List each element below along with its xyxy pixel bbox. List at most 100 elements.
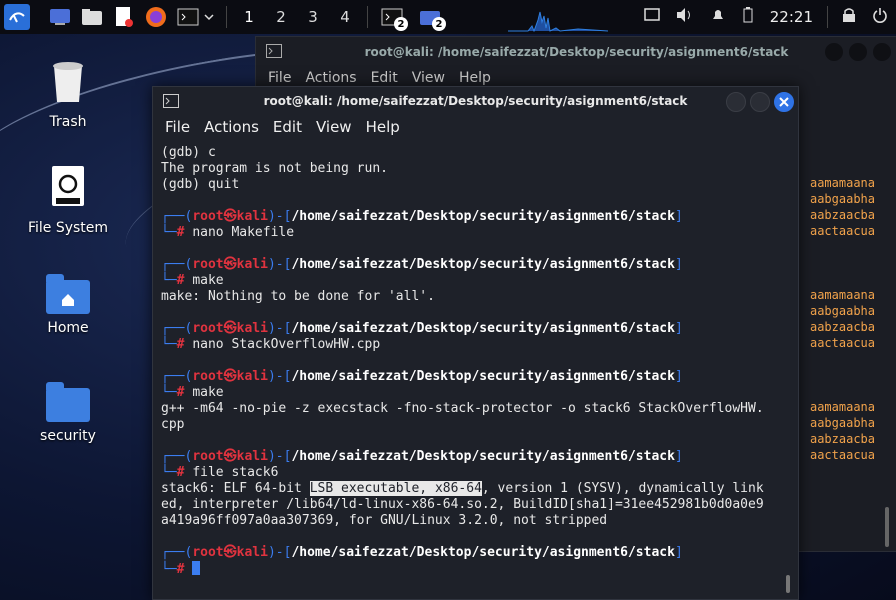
prompt-line: ┌──(root㉿kali)-[/home/saifezzat/Desktop/… (161, 545, 683, 560)
orange-output-block: aamamaana aabgaabha aabzaacba aactaacua (810, 287, 875, 351)
command-text: make (192, 273, 224, 288)
prompt-symbol: ㉿ (223, 209, 237, 224)
menu-bar: File Actions Edit View Help (153, 115, 798, 139)
workspace-4[interactable]: 4 (329, 8, 361, 26)
desktop-icon-file-system[interactable]: File System (13, 164, 123, 236)
workspace-3[interactable]: 3 (297, 8, 329, 26)
text-editor-icon[interactable] (112, 5, 136, 29)
terminal-icon[interactable] (176, 5, 200, 29)
terminal-count-badge: 2 (394, 17, 408, 31)
menu-file[interactable]: File (268, 70, 291, 86)
task-files-icon[interactable]: 2 (418, 5, 446, 31)
divider (226, 6, 227, 28)
menu-edit[interactable]: Edit (371, 70, 398, 86)
menu-help[interactable]: Help (366, 118, 400, 136)
menu-edit[interactable]: Edit (273, 118, 302, 136)
menu-view[interactable]: View (412, 70, 445, 86)
display-icon[interactable] (644, 7, 660, 27)
scrollbar[interactable] (885, 507, 889, 547)
prompt-user: root (192, 321, 224, 336)
command-line: └─# make (161, 273, 224, 288)
output-line: a419a96ff097a0aa307369, for GNU/Linux 3.… (161, 513, 608, 528)
folder-icon (46, 382, 90, 422)
prompt-line: ┌──(root㉿kali)-[/home/saifezzat/Desktop/… (161, 257, 683, 272)
output-line: g++ -m64 -no-pie -z execstack -fno-stack… (161, 401, 764, 416)
menu-file[interactable]: File (165, 118, 190, 136)
prompt-line: ┌──(root㉿kali)-[/home/saifezzat/Desktop/… (161, 369, 683, 384)
prompt-user: root (192, 449, 224, 464)
system-tray: 22:21 (636, 0, 896, 34)
output-line: (gdb) c (161, 145, 216, 160)
minimize-button[interactable] (825, 43, 843, 61)
power-icon[interactable] (872, 7, 888, 27)
prompt-host: kali (236, 545, 268, 560)
clock[interactable]: 22:21 (770, 8, 813, 26)
prompt-host: kali (236, 369, 268, 384)
orange-line: aactaacua (809, 336, 875, 350)
kali-menu-icon[interactable] (4, 4, 30, 30)
prompt-line: ┌──(root㉿kali)-[/home/saifezzat/Desktop/… (161, 209, 683, 224)
prompt-symbol: ㉿ (223, 369, 237, 384)
command-text: nano StackOverflowHW.cpp (192, 337, 381, 352)
output-line: ed, interpreter /lib64/ld-linux-x86-64.s… (161, 497, 764, 512)
prompt-user: root (192, 369, 224, 384)
output-text: stack6: ELF 64-bit (161, 481, 310, 496)
window-title: root@kali: /home/saifezzat/Desktop/secur… (263, 94, 688, 108)
orange-line: aabzaacba (809, 208, 875, 222)
orange-line: aabgaabha (809, 416, 875, 430)
close-icon (779, 97, 789, 107)
prompt-path: /home/saifezzat/Desktop/security/asignme… (291, 257, 675, 272)
minimize-button[interactable] (726, 92, 746, 112)
prompt-symbol: ㉿ (223, 257, 237, 272)
desktop-icon-security[interactable]: security (13, 382, 123, 444)
command-text: file stack6 (192, 465, 279, 480)
terminal-window[interactable]: root@kali: /home/saifezzat/Desktop/secur… (152, 86, 799, 600)
desktop-icon-label: security (40, 428, 96, 444)
workspace-2[interactable]: 2 (265, 8, 297, 26)
prompt-symbol: ㉿ (223, 449, 237, 464)
scrollbar[interactable] (786, 575, 790, 593)
terminal-output[interactable]: (gdb) c The program is not being run. (gdb… (161, 145, 781, 578)
desktop-icon[interactable] (48, 5, 72, 29)
orange-line: aabgaabha (809, 304, 875, 318)
prompt-path: /home/saifezzat/Desktop/security/asignme… (291, 545, 675, 560)
orange-output-block: aamamaana aabgaabha aabzaacba aactaacua (810, 399, 875, 463)
prompt-user: root (192, 545, 224, 560)
chevron-down-icon[interactable] (202, 5, 216, 29)
task-terminal-icon[interactable]: 2 (380, 5, 408, 31)
battery-icon[interactable] (742, 7, 754, 27)
close-button[interactable] (873, 43, 891, 61)
menu-help[interactable]: Help (459, 70, 491, 86)
window-titlebar[interactable]: root@kali: /home/saifezzat/Desktop/secur… (256, 37, 896, 67)
output-text: , version 1 (SYSV), dynamically link (481, 481, 764, 496)
prompt-line: ┌──(root㉿kali)-[/home/saifezzat/Desktop/… (161, 449, 683, 464)
maximize-button[interactable] (849, 43, 867, 61)
prompt-path: /home/saifezzat/Desktop/security/asignme… (291, 321, 675, 336)
orange-line: aamamaana (809, 400, 875, 414)
output-line: (gdb) quit (161, 177, 240, 192)
workspace-1[interactable]: 1 (233, 8, 265, 26)
menu-actions[interactable]: Actions (204, 118, 259, 136)
menu-actions[interactable]: Actions (305, 70, 356, 86)
close-button[interactable] (774, 92, 794, 112)
maximize-button[interactable] (750, 92, 770, 112)
desktop-icon-trash[interactable]: Trash (13, 58, 123, 130)
orange-output-block: aamamaana aabgaabha aabzaacba aactaacua (810, 175, 875, 239)
files-icon[interactable] (80, 5, 104, 29)
orange-line: aactaacua (809, 224, 875, 238)
orange-line: aabzaacba (809, 432, 875, 446)
command-line[interactable]: └─# (161, 561, 781, 578)
desktop-icon-home[interactable]: Home (13, 274, 123, 336)
command-text: make (192, 385, 224, 400)
window-title: root@kali: /home/saifezzat/Desktop/secur… (364, 45, 789, 59)
prompt-user: root (192, 209, 224, 224)
menu-view[interactable]: View (316, 118, 352, 136)
desktop-icon-label: Trash (49, 114, 87, 130)
orange-line: aabgaabha (809, 192, 875, 206)
lock-icon[interactable] (842, 7, 856, 27)
notification-bell-icon[interactable] (710, 7, 726, 27)
window-titlebar[interactable]: root@kali: /home/saifezzat/Desktop/secur… (153, 87, 798, 115)
volume-icon[interactable] (676, 7, 694, 27)
selected-text[interactable]: LSB executable, x86-64 (309, 481, 482, 496)
firefox-icon[interactable] (144, 5, 168, 29)
